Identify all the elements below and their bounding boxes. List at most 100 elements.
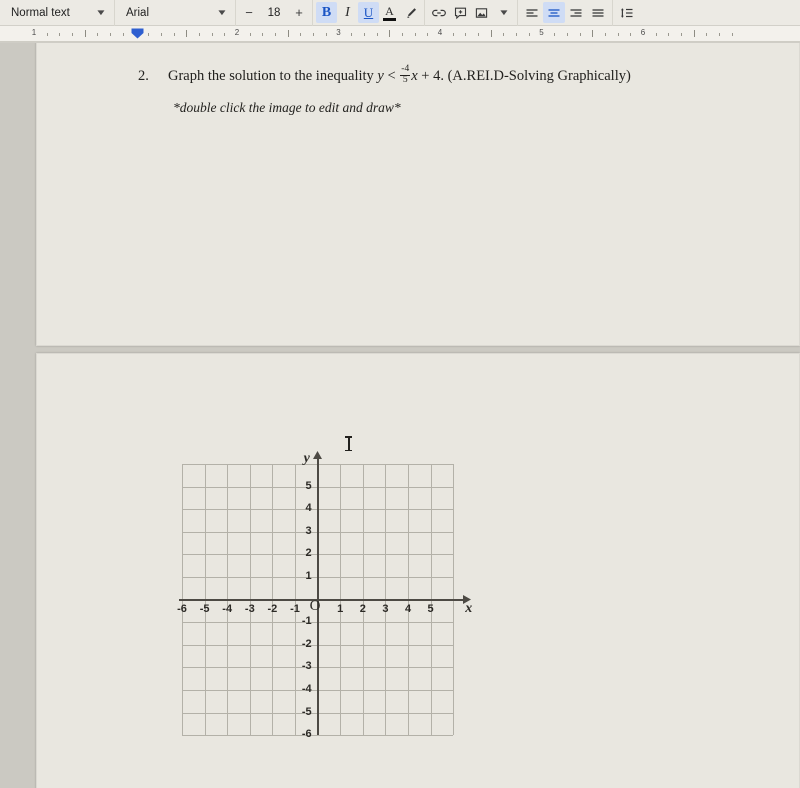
- ruler-tick: [452, 33, 454, 36]
- italic-icon: I: [345, 4, 350, 20]
- toolbar-group-styles: Normal text ▼: [0, 0, 115, 26]
- increase-font-size-button[interactable]: +: [289, 2, 309, 23]
- y-axis-tick-label: 2: [305, 547, 312, 560]
- fraction-denominator: 5: [400, 74, 411, 86]
- decrease-font-size-button[interactable]: −: [239, 2, 259, 23]
- ruler-tick: [376, 33, 378, 36]
- bold-button[interactable]: B: [316, 2, 337, 23]
- y-axis-name: y: [303, 451, 310, 466]
- y-axis-tick-label: -1: [301, 615, 312, 628]
- ruler-tick: [97, 33, 99, 36]
- paragraph-style-value[interactable]: Normal text: [3, 2, 89, 23]
- y-axis-tick-label: -3: [301, 660, 312, 673]
- note-line: *double click the image to edit and draw…: [173, 100, 401, 115]
- ruler-tick: [186, 30, 188, 37]
- font-family-dropdown[interactable]: Arial ▼: [118, 2, 232, 23]
- ruler-tick: [122, 33, 124, 36]
- underline-icon: U: [363, 4, 374, 20]
- ruler-marks: 1123456: [0, 26, 800, 41]
- insert-link-button[interactable]: [428, 2, 450, 23]
- y-axis-tick-label: 1: [305, 570, 312, 582]
- underline-button[interactable]: U: [358, 2, 379, 23]
- ruler-tick: [516, 33, 518, 36]
- question-text-after: . (A.REI.D-Solving Graphically): [440, 67, 631, 84]
- font-family-value[interactable]: Arial: [118, 2, 210, 23]
- text-color-swatch: [383, 17, 396, 21]
- ruler-number: 2: [234, 28, 240, 37]
- ruler-tick: [604, 33, 606, 36]
- text-color-letter: A: [385, 3, 394, 18]
- x-axis-tick-label: -6: [177, 602, 187, 615]
- question-line[interactable]: 2. Graph the solution to the inequality y…: [138, 64, 788, 86]
- toolbar-group-font: Arial ▼: [115, 0, 236, 26]
- add-comment-icon: [454, 7, 467, 19]
- text-color-icon: A: [383, 5, 396, 21]
- ibeam-stem: [348, 437, 350, 450]
- paragraph-style-dropdown[interactable]: Normal text ▼: [3, 2, 111, 23]
- highlight-pen-icon: [406, 7, 416, 18]
- ruler-tick: [503, 33, 505, 36]
- font-size-input[interactable]: 18: [259, 2, 289, 23]
- italic-button[interactable]: I: [337, 2, 358, 23]
- ruler-tick: [198, 33, 200, 36]
- ruler-tick: [46, 33, 48, 36]
- ruler-tick: [478, 33, 480, 36]
- x-axis-tick-label: -3: [244, 602, 255, 615]
- y-axis-tick-label: 5: [305, 479, 312, 492]
- ruler-tick: [414, 33, 416, 36]
- align-left-button[interactable]: [521, 2, 543, 23]
- insert-image-dropdown[interactable]: ▼: [471, 2, 514, 23]
- ruler-tick: [389, 30, 391, 37]
- y-axis-tick-label: -2: [301, 637, 312, 650]
- align-justify-button[interactable]: [587, 2, 609, 23]
- document-page-1[interactable]: 2. Graph the solution to the inequality y…: [36, 43, 800, 346]
- ruler-tick: [630, 33, 632, 36]
- document-page-2[interactable]: -6 -5 -4 -3 -2 -1 1 2 3 4 5 5 4 3 2 1 -1 -2 -3 -4 -5 -6 Ox y: [36, 353, 800, 788]
- x-axis-tick-label: 1: [337, 602, 344, 615]
- fraction-numerator: -4: [401, 64, 410, 74]
- toolbar-group-align: [518, 0, 613, 26]
- y-axis-tick-label: 3: [305, 524, 312, 537]
- x-axis-tick-label: -4: [222, 602, 233, 615]
- left-indent-marker[interactable]: [131, 28, 144, 39]
- add-comment-button[interactable]: [450, 2, 471, 23]
- grid-line-horizontal: [182, 735, 454, 737]
- question-number: 2.: [138, 67, 149, 84]
- align-left-icon: [526, 8, 538, 17]
- insert-image-button[interactable]: [471, 2, 492, 23]
- text-ibeam-cursor: [345, 435, 352, 452]
- x-axis-name: x: [465, 600, 473, 616]
- ruler-tick: [566, 33, 568, 36]
- formatting-toolbar: Normal text ▼ Arial ▼ − 18 + B I U A ▼: [0, 0, 800, 26]
- highlight-color-button[interactable]: [400, 2, 421, 23]
- question-text-before: Graph the solution to the inequality: [168, 67, 374, 84]
- horizontal-ruler[interactable]: 1123456: [0, 26, 800, 42]
- chevron-down-icon[interactable]: ▼: [492, 8, 514, 17]
- origin-label: O: [309, 597, 321, 614]
- ruler-tick: [84, 30, 86, 37]
- align-center-button[interactable]: [543, 2, 565, 23]
- align-justify-icon: [592, 8, 604, 17]
- y-axis-tick-label: 4: [305, 502, 312, 515]
- ruler-number: 1: [31, 28, 37, 37]
- ruler-number: 4: [437, 28, 443, 37]
- align-right-icon: [570, 8, 582, 17]
- toolbar-group-insert: ▼: [425, 0, 518, 26]
- chevron-down-icon[interactable]: ▼: [89, 8, 111, 17]
- ruler-tick: [579, 33, 581, 36]
- ruler-tick: [110, 33, 112, 36]
- text-color-button[interactable]: A: [379, 2, 400, 23]
- ruler-number: 5: [539, 28, 544, 37]
- chevron-down-icon[interactable]: ▼: [210, 8, 232, 17]
- y-axis-tick-label: -5: [301, 705, 312, 718]
- ruler-tick: [655, 33, 657, 36]
- ruler-tick: [617, 33, 619, 36]
- ruler-tick: [719, 33, 721, 36]
- ruler-tick: [465, 33, 467, 36]
- line-spacing-button[interactable]: [616, 2, 638, 23]
- coordinate-graph-image[interactable]: -6 -5 -4 -3 -2 -1 1 2 3 4 5 5 4 3 2 1 -1 -2 -3 -4 -5 -6 Ox y: [177, 451, 472, 740]
- y-axis-line: [316, 456, 319, 736]
- toolbar-group-text-format: B I U A: [313, 0, 425, 26]
- align-right-button[interactable]: [565, 2, 587, 23]
- document-canvas[interactable]: 2. Graph the solution to the inequality y…: [0, 43, 800, 788]
